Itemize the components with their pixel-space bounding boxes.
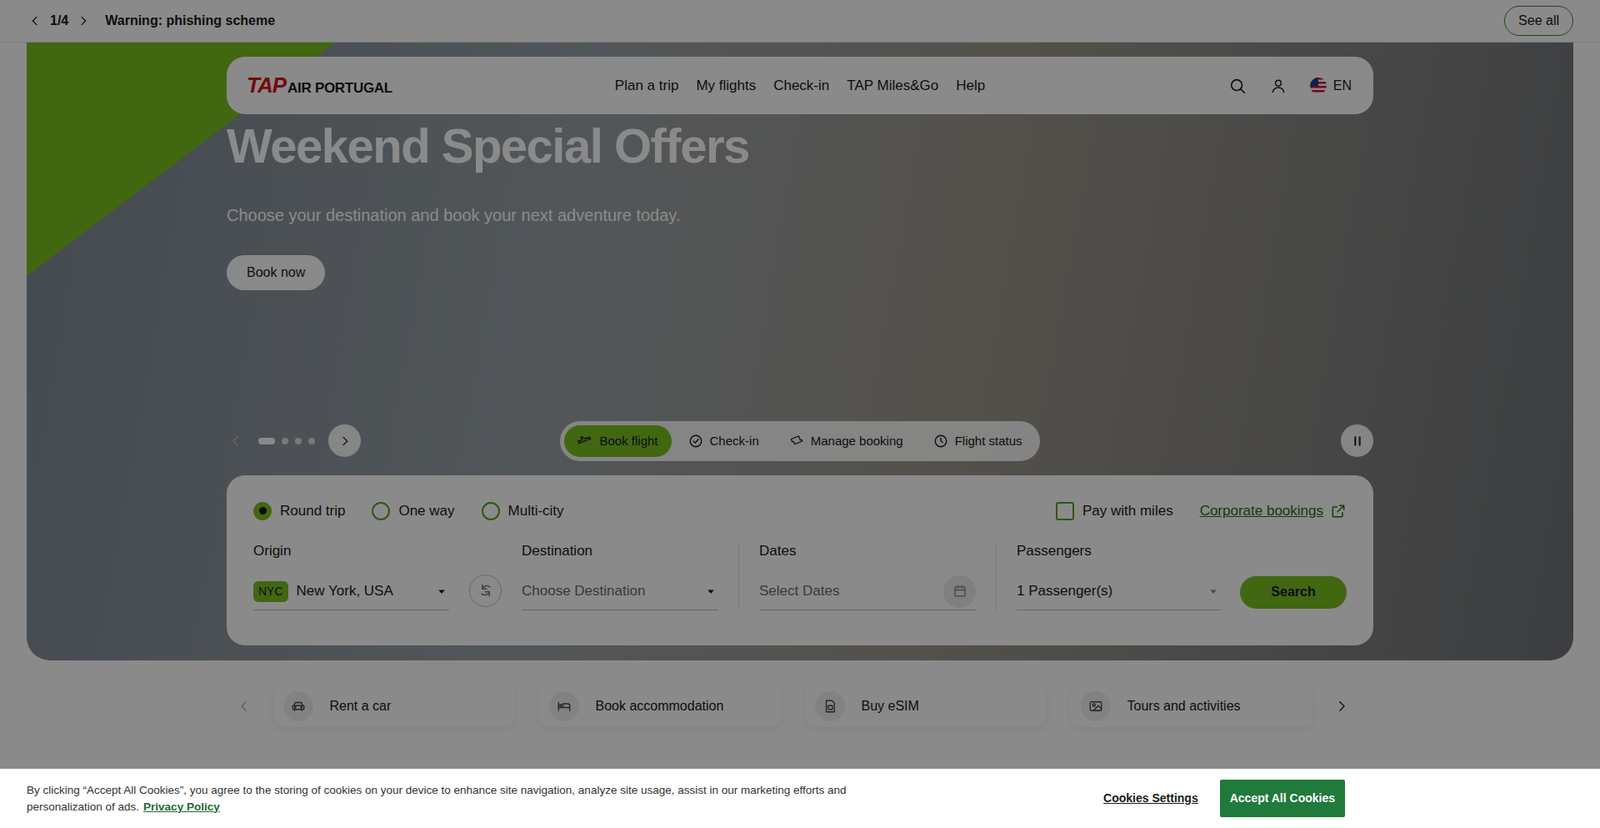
cookie-text: By clicking “Accept All Cookies”, you ag… [26,781,910,815]
privacy-policy-link[interactable]: Privacy Policy [143,800,220,813]
dim-overlay [0,0,1600,828]
cookie-banner: By clicking “Accept All Cookies”, you ag… [0,768,1600,828]
accept-cookies-button[interactable]: Accept All Cookies [1220,779,1345,817]
cookies-settings-button[interactable]: Cookies Settings [1098,788,1204,808]
